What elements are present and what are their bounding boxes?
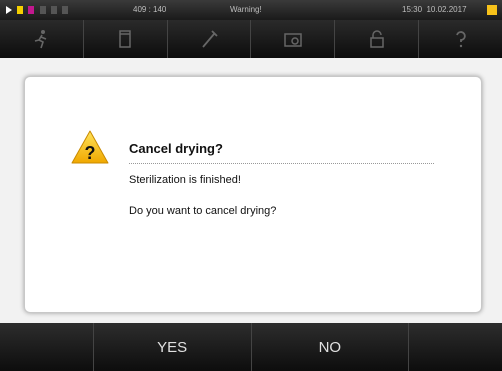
cycle-counter: 409 : 140 [133,5,167,14]
folder-icon [284,33,302,47]
tool-icon [202,30,218,48]
help-icon [455,31,466,48]
dialog-divider [129,163,434,164]
status-icon [39,6,46,14]
warning-icon: ? [71,130,109,164]
status-icons [6,6,71,14]
toolbar-storage-button[interactable] [251,20,336,58]
play-icon [6,6,12,14]
status-bar: 409 : 140 Warning! 15:30 10.02.2017 [0,0,502,20]
dialog-message-question: Do you want to cancel drying? [129,205,277,217]
bottom-bar: YES NO [0,323,502,371]
no-button[interactable]: NO [252,323,410,371]
lock-icon [369,30,384,48]
status-title: Warning! [230,5,262,14]
toolbar-protocol-button[interactable] [84,20,168,58]
running-person-icon [35,30,47,49]
confirmation-dialog: ? Cancel drying? Sterilization is finish… [24,76,482,313]
status-time: 15:30 10.02.2017 [402,5,467,14]
main-area: ? Cancel drying? Sterilization is finish… [0,58,502,323]
bottom-button-empty-right [409,323,502,371]
svg-text:?: ? [85,143,96,163]
status-icon [50,6,57,14]
bottom-button-empty-left [0,323,94,371]
document-icon [119,30,131,48]
dialog-title: Cancel drying? [129,141,223,156]
status-icon [62,6,69,14]
toolbar [0,20,502,58]
program-icon [28,6,35,14]
toolbar-service-button[interactable] [168,20,252,58]
dialog-message-status: Sterilization is finished! [129,174,241,186]
toolbar-program-button[interactable] [0,20,84,58]
warning-indicator-icon [487,5,497,15]
toolbar-lock-button[interactable] [335,20,420,58]
door-icon [17,6,24,14]
yes-button[interactable]: YES [94,323,252,371]
toolbar-help-button[interactable] [419,20,502,58]
